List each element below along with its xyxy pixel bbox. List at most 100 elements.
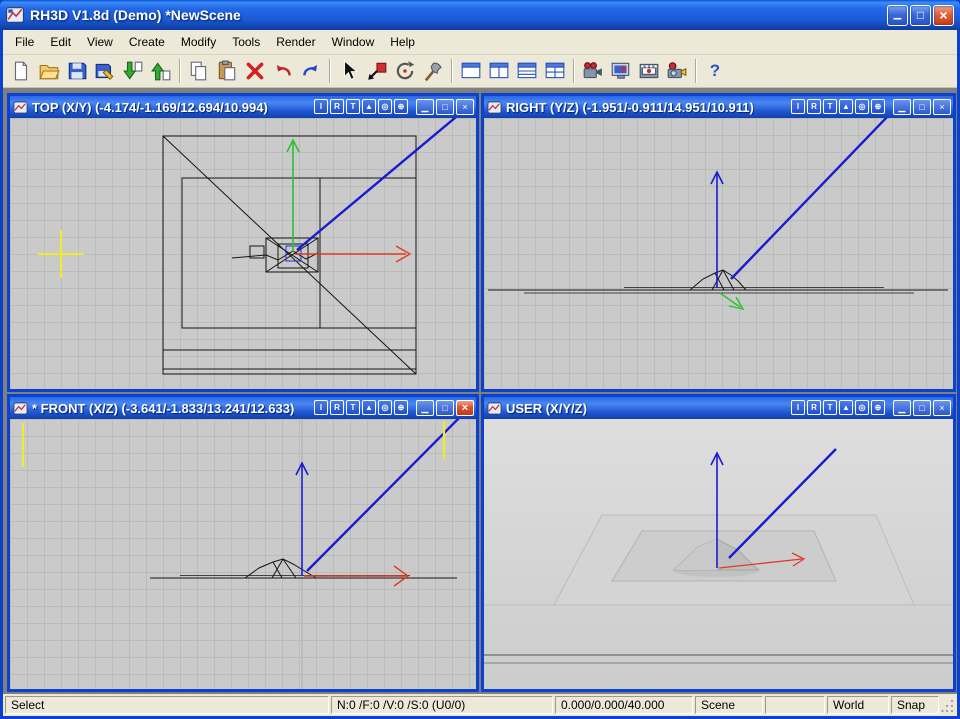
layout-quad-button[interactable]: [541, 57, 569, 85]
viewport-tool-button[interactable]: T: [346, 400, 360, 415]
close-button[interactable]: ×: [933, 5, 954, 26]
maximize-button[interactable]: □: [910, 5, 931, 26]
menu-item[interactable]: Help: [382, 31, 423, 53]
resize-grip[interactable]: [941, 697, 955, 713]
menu-item[interactable]: Render: [268, 31, 323, 53]
layout-columns-button[interactable]: [485, 57, 513, 85]
viewport-close-button[interactable]: ×: [456, 99, 474, 115]
axe-button[interactable]: [419, 57, 447, 85]
viewport-tool-button[interactable]: ▲: [362, 99, 376, 114]
menu-item[interactable]: Edit: [42, 31, 79, 53]
light-direction-line: [297, 118, 462, 250]
render-monitor-button[interactable]: [607, 57, 635, 85]
open-folder-icon: [38, 60, 60, 82]
viewport-tool-button[interactable]: ▲: [362, 400, 376, 415]
export-button[interactable]: [147, 57, 175, 85]
viewport-minimize-button[interactable]: ▁: [416, 99, 434, 115]
viewport-tool-button[interactable]: ◎: [378, 400, 392, 415]
copy-button[interactable]: [185, 57, 213, 85]
redo-button[interactable]: [297, 57, 325, 85]
menu-item[interactable]: File: [7, 31, 42, 53]
viewport-tool-button[interactable]: T: [823, 99, 837, 114]
toolbar-separator: [451, 59, 453, 83]
render-projector-button[interactable]: [663, 57, 691, 85]
render-camera-button[interactable]: [579, 57, 607, 85]
toolbar-separator: [573, 59, 575, 83]
save-as-button[interactable]: [91, 57, 119, 85]
select-button[interactable]: [335, 57, 363, 85]
viewport-window-buttons: ▁ □ ×: [893, 99, 951, 115]
viewport-maximize-button[interactable]: □: [436, 99, 454, 115]
menu-item[interactable]: Tools: [224, 31, 268, 53]
viewport-tool-button[interactable]: I: [314, 400, 328, 415]
viewport-user-canvas[interactable]: [484, 419, 953, 689]
viewport-tool-button[interactable]: ◎: [378, 99, 392, 114]
undo-button[interactable]: [269, 57, 297, 85]
viewport-minimize-button[interactable]: ▁: [893, 400, 911, 416]
cursor-icon: [338, 60, 360, 82]
viewport-right-titlebar[interactable]: RIGHT (Y/Z) (-1.951/-0.911/14.951/10.911…: [484, 96, 953, 118]
open-file-button[interactable]: [35, 57, 63, 85]
viewport-top-canvas[interactable]: [10, 118, 476, 389]
viewport-tool-button[interactable]: ◎: [855, 99, 869, 114]
app-icon: [6, 6, 24, 24]
viewport-maximize-button[interactable]: □: [436, 400, 454, 416]
viewport-tool-button[interactable]: I: [314, 99, 328, 114]
viewport-minimize-button[interactable]: ▁: [416, 400, 434, 416]
viewport-tool-button[interactable]: R: [330, 99, 344, 114]
viewport-window-buttons: ▁ □ ×: [416, 400, 474, 416]
delete-button[interactable]: [241, 57, 269, 85]
light-direction-line: [307, 419, 462, 571]
minimize-button[interactable]: ▁: [887, 5, 908, 26]
move-button[interactable]: [363, 57, 391, 85]
menu-bar: FileEditViewCreateModifyToolsRenderWindo…: [3, 30, 957, 55]
viewport-maximize-button[interactable]: □: [913, 400, 931, 416]
viewport-tool-button[interactable]: I: [791, 99, 805, 114]
import-button[interactable]: [119, 57, 147, 85]
menu-item[interactable]: Create: [121, 31, 173, 53]
viewport-tool-button[interactable]: ▲: [839, 400, 853, 415]
viewport-right-canvas[interactable]: [484, 118, 953, 389]
viewport-tool-button[interactable]: ⊕: [871, 400, 885, 415]
viewport-tool-buttons: IRT▲◎⊕: [314, 400, 408, 415]
render-film-icon: [638, 60, 660, 82]
help-button[interactable]: ?: [701, 57, 729, 85]
yellow-guide-marks: [23, 421, 444, 467]
rotate-button[interactable]: [391, 57, 419, 85]
viewport-close-button[interactable]: ×: [933, 99, 951, 115]
viewport-close-button[interactable]: ×: [456, 400, 474, 416]
viewport-tool-button[interactable]: ◎: [855, 400, 869, 415]
render-film-button[interactable]: [635, 57, 663, 85]
viewport-tool-button[interactable]: T: [346, 99, 360, 114]
window-title: RH3D V1.8d (Demo) *NewScene: [30, 7, 885, 23]
viewport-minimize-button[interactable]: ▁: [893, 99, 911, 115]
right-scene: [484, 118, 953, 389]
viewport-tool-button[interactable]: ▲: [839, 99, 853, 114]
viewport-front-titlebar[interactable]: * FRONT (X/Z) (-3.641/-1.833/13.241/12.6…: [10, 397, 476, 419]
viewport-tool-button[interactable]: I: [791, 400, 805, 415]
layout-rows-button[interactable]: [513, 57, 541, 85]
viewport-user-titlebar[interactable]: USER (X/Y/Z) IRT▲◎⊕ ▁ □ ×: [484, 397, 953, 419]
paste-button[interactable]: [213, 57, 241, 85]
layout-single-button[interactable]: [457, 57, 485, 85]
viewport-top-titlebar[interactable]: TOP (X/Y) (-4.174/-1.169/12.694/10.994) …: [10, 96, 476, 118]
viewport-tool-button[interactable]: ⊕: [871, 99, 885, 114]
menu-item[interactable]: Window: [324, 31, 383, 53]
new-file-button[interactable]: [7, 57, 35, 85]
viewport-tool-button[interactable]: ⊕: [394, 400, 408, 415]
menu-item[interactable]: View: [79, 31, 121, 53]
menu-item[interactable]: Modify: [173, 31, 224, 53]
viewport-tool-button[interactable]: R: [807, 99, 821, 114]
save-button[interactable]: [63, 57, 91, 85]
viewport-tool-button[interactable]: R: [807, 400, 821, 415]
viewport-front-canvas[interactable]: [10, 419, 476, 689]
right-wireframe: [488, 270, 948, 293]
viewport-tool-button[interactable]: R: [330, 400, 344, 415]
viewport-icon: [487, 100, 502, 115]
viewport-close-button[interactable]: ×: [933, 400, 951, 416]
viewport-tool-button[interactable]: T: [823, 400, 837, 415]
viewport-tool-button[interactable]: ⊕: [394, 99, 408, 114]
top-wireframe-ground: [163, 136, 416, 374]
viewport-maximize-button[interactable]: □: [913, 99, 931, 115]
window-titlebar[interactable]: RH3D V1.8d (Demo) *NewScene ▁ □ ×: [0, 0, 960, 30]
